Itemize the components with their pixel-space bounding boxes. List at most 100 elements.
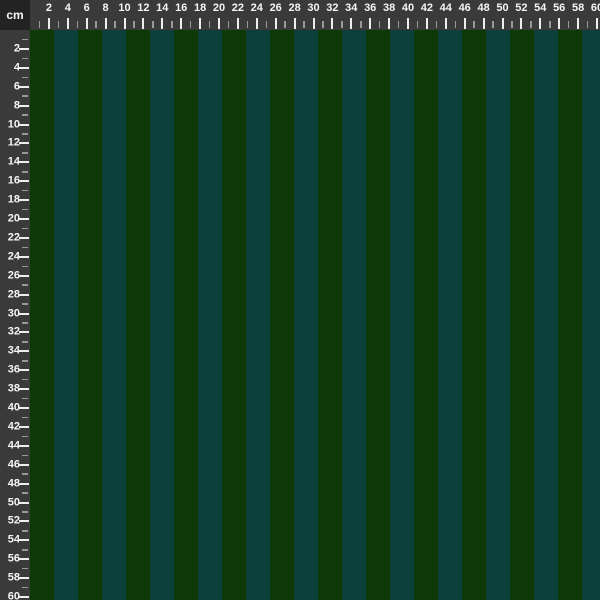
minor-tick bbox=[95, 21, 97, 28]
minor-tick bbox=[152, 21, 154, 28]
major-tick bbox=[19, 539, 29, 542]
ruler-label: 56 bbox=[553, 2, 566, 14]
minor-tick bbox=[22, 530, 28, 532]
major-tick bbox=[19, 123, 29, 126]
minor-tick bbox=[22, 284, 28, 286]
ruler-label: 24 bbox=[250, 2, 263, 14]
minor-tick bbox=[22, 133, 28, 135]
minor-tick bbox=[586, 21, 589, 28]
minor-tick bbox=[22, 435, 28, 438]
minor-tick bbox=[171, 21, 173, 28]
major-tick bbox=[19, 218, 29, 220]
major-tick bbox=[123, 18, 126, 29]
major-tick bbox=[19, 236, 29, 239]
minor-tick bbox=[227, 21, 230, 28]
ruler-label: 60 bbox=[590, 2, 600, 14]
major-tick bbox=[161, 18, 164, 29]
minor-tick bbox=[549, 21, 551, 28]
minor-tick bbox=[322, 21, 324, 28]
major-tick bbox=[19, 596, 29, 598]
ruler-label: 16 bbox=[175, 2, 188, 14]
ruler-label: 2 bbox=[45, 2, 52, 14]
minor-tick bbox=[22, 360, 28, 362]
major-tick bbox=[19, 425, 29, 428]
ruler-label: 50 bbox=[496, 2, 509, 14]
ruler-unit-label: cm bbox=[6, 8, 24, 22]
major-tick bbox=[19, 407, 29, 409]
major-tick bbox=[369, 18, 372, 29]
major-tick bbox=[331, 18, 334, 29]
major-tick bbox=[388, 18, 391, 29]
major-tick bbox=[19, 501, 29, 504]
major-tick bbox=[19, 104, 29, 107]
ruler-label: 48 bbox=[477, 2, 490, 14]
minor-tick bbox=[208, 21, 211, 28]
major-tick bbox=[274, 18, 277, 29]
minor-tick bbox=[133, 21, 135, 28]
major-tick bbox=[104, 18, 107, 29]
ruler-label: 38 bbox=[382, 2, 396, 14]
major-tick bbox=[255, 18, 258, 29]
minor-tick bbox=[22, 397, 28, 400]
ruler-label: 20 bbox=[212, 2, 226, 14]
minor-tick bbox=[530, 21, 532, 28]
ruler-label: 18 bbox=[193, 2, 207, 14]
major-tick bbox=[539, 18, 542, 29]
minor-tick bbox=[416, 21, 419, 28]
major-tick bbox=[19, 47, 29, 50]
minor-tick bbox=[303, 21, 305, 28]
major-tick bbox=[19, 161, 29, 164]
major-tick bbox=[19, 558, 29, 561]
minor-tick bbox=[22, 189, 28, 192]
major-tick bbox=[19, 444, 29, 447]
major-tick bbox=[407, 18, 409, 29]
major-tick bbox=[596, 18, 598, 29]
pattern-canvas[interactable] bbox=[30, 30, 600, 600]
ruler-label: 34 bbox=[345, 2, 358, 14]
minor-tick bbox=[22, 586, 28, 589]
ruler-label: 30 bbox=[307, 2, 320, 14]
minor-tick bbox=[265, 21, 267, 28]
major-tick bbox=[444, 18, 447, 29]
major-tick bbox=[577, 18, 580, 29]
major-tick bbox=[142, 18, 145, 29]
major-tick bbox=[482, 18, 485, 29]
minor-tick bbox=[22, 378, 28, 381]
minor-tick bbox=[473, 21, 475, 28]
major-tick bbox=[19, 482, 29, 485]
ruler-label: 40 bbox=[401, 2, 415, 14]
minor-tick bbox=[22, 76, 28, 78]
minor-tick bbox=[22, 246, 28, 249]
major-tick bbox=[19, 180, 29, 183]
major-tick bbox=[558, 18, 561, 29]
minor-tick bbox=[57, 21, 60, 28]
major-tick bbox=[19, 369, 29, 372]
ruler-label: 12 bbox=[137, 2, 150, 14]
major-tick bbox=[19, 520, 29, 523]
major-tick bbox=[19, 577, 29, 580]
minor-tick bbox=[492, 21, 494, 28]
fabric-preview-window: cm 2 4 6 8 10 12 14 16 18 20 22 24 26 28 30 32 34 36 38 40 4… bbox=[0, 0, 600, 600]
major-tick bbox=[66, 18, 69, 29]
minor-tick bbox=[22, 171, 28, 173]
minor-tick bbox=[341, 21, 343, 28]
major-tick bbox=[236, 18, 239, 29]
major-tick bbox=[85, 18, 88, 29]
major-tick bbox=[47, 18, 50, 29]
major-tick bbox=[19, 274, 29, 277]
major-tick bbox=[19, 66, 29, 69]
minor-tick bbox=[22, 454, 28, 456]
minor-tick bbox=[22, 341, 28, 343]
ruler-label: 14 bbox=[156, 2, 169, 14]
ruler-corner: cm bbox=[0, 0, 30, 30]
ruler-label: 26 bbox=[269, 2, 282, 14]
ruler-label: 4 bbox=[64, 2, 71, 14]
minor-tick bbox=[22, 208, 28, 211]
minor-tick bbox=[22, 265, 28, 267]
ruler-label: 54 bbox=[534, 2, 547, 14]
major-tick bbox=[19, 85, 29, 88]
major-tick bbox=[520, 18, 523, 29]
minor-tick bbox=[22, 473, 28, 475]
ruler-label: 42 bbox=[420, 2, 434, 14]
major-tick bbox=[19, 142, 29, 145]
